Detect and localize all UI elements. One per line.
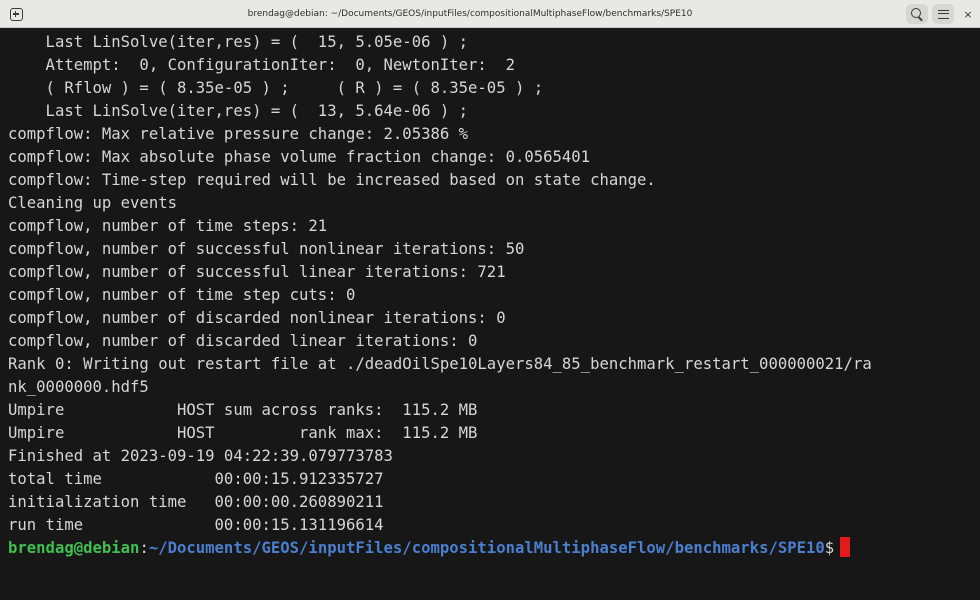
window-title: brendag@debian: ~/Documents/GEOS/inputFi… xyxy=(247,9,693,19)
shell-prompt[interactable]: brendag@debian:~/Documents/GEOS/inputFil… xyxy=(8,536,851,560)
output-line: Umpire HOST sum across ranks: 115.2 MB xyxy=(8,401,478,419)
close-button[interactable]: × xyxy=(960,4,976,24)
terminal-output[interactable]: Last LinSolve(iter,res) = ( 15, 5.05e-06… xyxy=(0,28,980,600)
output-line: Cleaning up events xyxy=(8,194,177,212)
output-line: total time 00:00:15.912335727 xyxy=(8,470,384,488)
prompt-user-host: brendag@debian xyxy=(8,539,140,557)
prompt-separator: : xyxy=(139,539,149,557)
output-line: Last LinSolve(iter,res) = ( 13, 5.64e-06… xyxy=(8,102,469,120)
output-line: Attempt: 0, ConfigurationIter: 0, Newton… xyxy=(8,56,515,74)
close-icon: × xyxy=(963,7,973,21)
menu-icon xyxy=(937,9,949,19)
output-line: compflow, number of successful nonlinear… xyxy=(8,240,525,258)
prompt-path: ~/Documents/GEOS/inputFiles/compositiona… xyxy=(148,539,825,557)
output-line: compflow: Time-step required will be inc… xyxy=(8,171,656,189)
output-line: compflow, number of successful linear it… xyxy=(8,263,506,281)
terminal-titlebar: brendag@debian: ~/Documents/GEOS/inputFi… xyxy=(0,0,980,28)
text-cursor xyxy=(840,537,851,557)
output-line: compflow, number of time step cuts: 0 xyxy=(8,286,356,304)
output-line: Finished at 2023-09-19 04:22:39.07977378… xyxy=(8,447,393,465)
output-line: initialization time 00:00:00.260890211 xyxy=(8,493,384,511)
menu-button[interactable] xyxy=(932,4,954,24)
output-line: compflow: Max absolute phase volume frac… xyxy=(8,148,591,166)
search-button[interactable] xyxy=(906,4,928,24)
output-line: nk_0000000.hdf5 xyxy=(8,378,149,396)
search-icon xyxy=(911,8,921,18)
output-line: compflow: Max relative pressure change: … xyxy=(8,125,469,143)
output-line: compflow, number of discarded nonlinear … xyxy=(8,309,506,327)
output-line: ( Rflow ) = ( 8.35e-05 ) ; ( R ) = ( 8.3… xyxy=(8,79,544,97)
new-tab-button[interactable] xyxy=(5,4,27,24)
new-tab-icon xyxy=(9,7,23,21)
output-line: compflow, number of time steps: 21 xyxy=(8,217,328,235)
output-line: Rank 0: Writing out restart file at ./de… xyxy=(8,355,872,373)
output-line: run time 00:00:15.131196614 xyxy=(8,516,384,534)
prompt-symbol: $ xyxy=(824,539,835,557)
output-line: Last LinSolve(iter,res) = ( 15, 5.05e-06… xyxy=(8,33,469,51)
output-line: compflow, number of discarded linear ite… xyxy=(8,332,478,350)
output-line: Umpire HOST rank max: 115.2 MB xyxy=(8,424,478,442)
